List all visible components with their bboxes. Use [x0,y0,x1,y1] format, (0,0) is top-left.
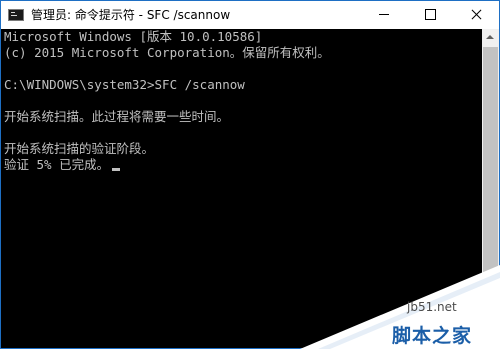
progress-text: 验证 5% 已完成。 [4,157,110,172]
console-line-copyright: (c) 2015 Microsoft Corporation。保留所有权利。 [4,45,330,60]
text-cursor [112,168,121,171]
console-line-progress: 验证 5% 已完成。 [4,157,482,173]
console-line-scan-start: 开始系统扫描。此过程将需要一些时间。 [4,109,230,124]
scroll-up-arrow-icon[interactable] [482,29,499,46]
vertical-scrollbar[interactable] [482,29,499,348]
console-output[interactable]: Microsoft Windows [版本 10.0.10586] (c) 20… [2,29,482,348]
window-title: 管理员: 命令提示符 - SFC /scannow [31,8,231,22]
cmd-app-icon[interactable] [8,9,24,21]
command-prompt-window: 管理员: 命令提示符 - SFC /scannow Microsoft Wind… [0,0,500,349]
title-bar[interactable]: 管理员: 命令提示符 - SFC /scannow [1,1,499,29]
scroll-thumb[interactable] [483,47,498,282]
console-line-verify-phase: 开始系统扫描的验证阶段。 [4,141,155,156]
console-line-command: C:\WINDOWS\system32>SFC /scannow [4,77,245,92]
close-button[interactable] [453,1,499,29]
console-line-version: Microsoft Windows [版本 10.0.10586] [4,29,263,44]
minimize-button[interactable] [361,1,407,29]
maximize-button[interactable] [407,1,453,29]
